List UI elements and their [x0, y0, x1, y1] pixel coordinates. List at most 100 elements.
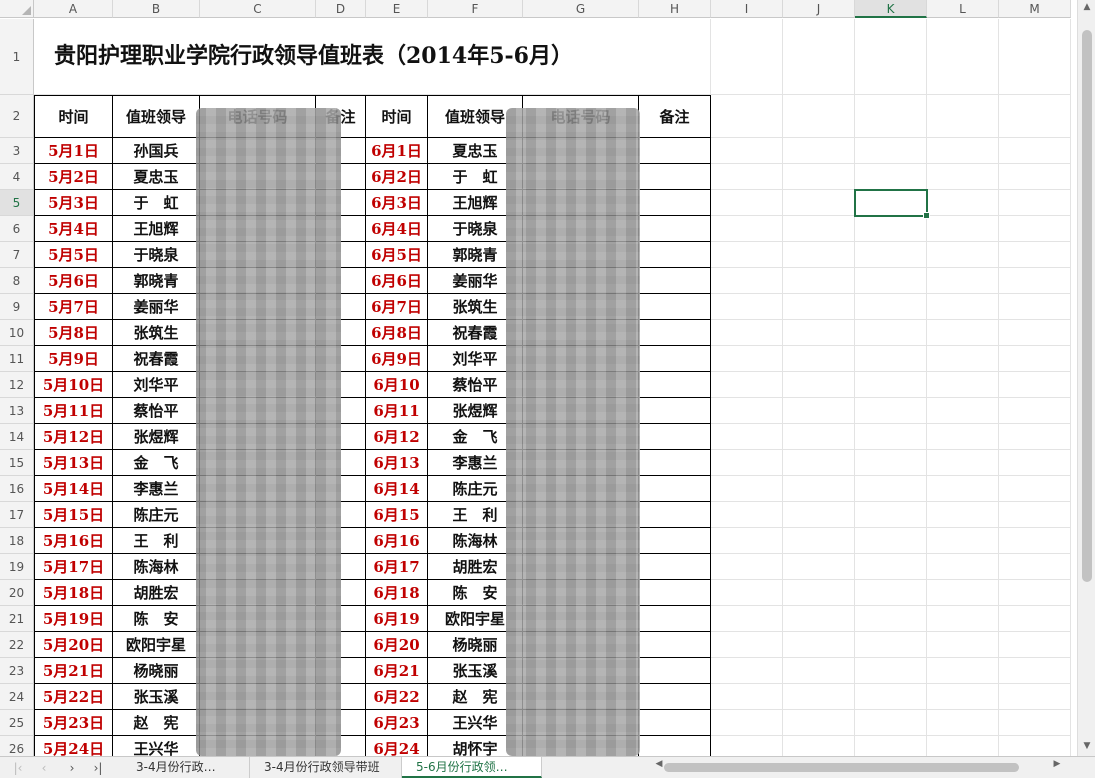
- empty-cell[interactable]: [855, 19, 927, 95]
- column-header-l[interactable]: L: [927, 0, 999, 18]
- leader-name-cell[interactable]: 姜丽华: [113, 294, 200, 320]
- date-cell[interactable]: 6月11: [366, 398, 428, 424]
- leader-name-cell[interactable]: 张煜辉: [113, 424, 200, 450]
- empty-cell[interactable]: [855, 216, 927, 242]
- header-cell[interactable]: 时间: [366, 95, 428, 138]
- leader-name-cell[interactable]: 王 利: [113, 528, 200, 554]
- row-header-7[interactable]: 7: [0, 242, 34, 268]
- leader-name-cell[interactable]: 张筑生: [113, 320, 200, 346]
- empty-cell[interactable]: [927, 424, 999, 450]
- empty-cell[interactable]: [711, 606, 783, 632]
- leader-name-cell[interactable]: 欧阳宇星: [113, 632, 200, 658]
- first-sheet-icon[interactable]: |‹: [8, 759, 28, 777]
- remark-cell[interactable]: [639, 632, 711, 658]
- remark-cell[interactable]: [639, 242, 711, 268]
- empty-cell[interactable]: [783, 580, 855, 606]
- empty-cell[interactable]: [999, 320, 1071, 346]
- empty-cell[interactable]: [927, 398, 999, 424]
- sheet-tab-1[interactable]: 3-4月份行政…: [122, 757, 250, 778]
- empty-cell[interactable]: [855, 554, 927, 580]
- empty-cell[interactable]: [711, 320, 783, 346]
- date-cell[interactable]: 5月6日: [34, 268, 113, 294]
- row-header-6[interactable]: 6: [0, 216, 34, 242]
- empty-cell[interactable]: [783, 424, 855, 450]
- leader-name-cell[interactable]: 李惠兰: [113, 476, 200, 502]
- date-cell[interactable]: 6月9日: [366, 346, 428, 372]
- column-header-k[interactable]: K: [855, 0, 927, 18]
- empty-cell[interactable]: [999, 502, 1071, 528]
- leader-name-cell[interactable]: 于晓泉: [113, 242, 200, 268]
- empty-cell[interactable]: [927, 190, 999, 216]
- date-cell[interactable]: 6月19: [366, 606, 428, 632]
- header-cell[interactable]: 备注: [639, 95, 711, 138]
- row-header-11[interactable]: 11: [0, 346, 34, 372]
- empty-cell[interactable]: [855, 95, 927, 138]
- empty-cell[interactable]: [783, 216, 855, 242]
- empty-cell[interactable]: [999, 164, 1071, 190]
- leader-name-cell[interactable]: 孙国兵: [113, 138, 200, 164]
- empty-cell[interactable]: [783, 606, 855, 632]
- leader-name-cell[interactable]: 刘华平: [113, 372, 200, 398]
- date-cell[interactable]: 5月5日: [34, 242, 113, 268]
- empty-cell[interactable]: [927, 476, 999, 502]
- date-cell[interactable]: 5月16日: [34, 528, 113, 554]
- empty-cell[interactable]: [783, 684, 855, 710]
- empty-cell[interactable]: [855, 658, 927, 684]
- empty-cell[interactable]: [927, 216, 999, 242]
- row-header-12[interactable]: 12: [0, 372, 34, 398]
- date-cell[interactable]: 5月7日: [34, 294, 113, 320]
- column-header-h[interactable]: H: [639, 0, 711, 18]
- empty-cell[interactable]: [927, 138, 999, 164]
- empty-cell[interactable]: [711, 242, 783, 268]
- sheet-tab-2[interactable]: 3-4月份行政领导带班: [250, 757, 402, 778]
- empty-cell[interactable]: [711, 190, 783, 216]
- empty-cell[interactable]: [855, 580, 927, 606]
- row-header-16[interactable]: 16: [0, 476, 34, 502]
- empty-cell[interactable]: [783, 710, 855, 736]
- select-all-corner[interactable]: [0, 0, 34, 18]
- row-header-9[interactable]: 9: [0, 294, 34, 320]
- remark-cell[interactable]: [639, 216, 711, 242]
- date-cell[interactable]: 6月10: [366, 372, 428, 398]
- empty-cell[interactable]: [855, 606, 927, 632]
- horizontal-scrollbar[interactable]: ◀ ▶: [650, 759, 1075, 775]
- empty-cell[interactable]: [927, 95, 999, 138]
- sheet-tab-3[interactable]: 5-6月份行政领…: [402, 757, 542, 778]
- empty-cell[interactable]: [783, 138, 855, 164]
- empty-cell[interactable]: [711, 710, 783, 736]
- date-cell[interactable]: 5月12日: [34, 424, 113, 450]
- empty-cell[interactable]: [999, 346, 1071, 372]
- empty-cell[interactable]: [711, 632, 783, 658]
- column-header-c[interactable]: C: [200, 0, 316, 18]
- last-sheet-icon[interactable]: ›|: [88, 759, 108, 777]
- empty-cell[interactable]: [927, 554, 999, 580]
- empty-cell[interactable]: [999, 372, 1071, 398]
- date-cell[interactable]: 5月15日: [34, 502, 113, 528]
- date-cell[interactable]: 5月4日: [34, 216, 113, 242]
- empty-cell[interactable]: [855, 424, 927, 450]
- empty-cell[interactable]: [999, 19, 1071, 95]
- empty-cell[interactable]: [783, 268, 855, 294]
- leader-name-cell[interactable]: 于 虹: [113, 190, 200, 216]
- row-header-24[interactable]: 24: [0, 684, 34, 710]
- empty-cell[interactable]: [855, 710, 927, 736]
- remark-cell[interactable]: [639, 710, 711, 736]
- date-cell[interactable]: 5月20日: [34, 632, 113, 658]
- empty-cell[interactable]: [711, 424, 783, 450]
- empty-cell[interactable]: [855, 242, 927, 268]
- date-cell[interactable]: 6月17: [366, 554, 428, 580]
- date-cell[interactable]: 6月22: [366, 684, 428, 710]
- date-cell[interactable]: 5月10日: [34, 372, 113, 398]
- empty-cell[interactable]: [927, 19, 999, 95]
- row-header-1[interactable]: 1: [0, 19, 34, 95]
- remark-cell[interactable]: [639, 736, 711, 756]
- row-header-8[interactable]: 8: [0, 268, 34, 294]
- date-cell[interactable]: 6月8日: [366, 320, 428, 346]
- empty-cell[interactable]: [855, 632, 927, 658]
- empty-cell[interactable]: [711, 658, 783, 684]
- empty-cell[interactable]: [855, 736, 927, 756]
- row-header-18[interactable]: 18: [0, 528, 34, 554]
- column-header-j[interactable]: J: [783, 0, 855, 18]
- empty-cell[interactable]: [927, 502, 999, 528]
- scroll-up-icon[interactable]: ▲: [1078, 2, 1095, 12]
